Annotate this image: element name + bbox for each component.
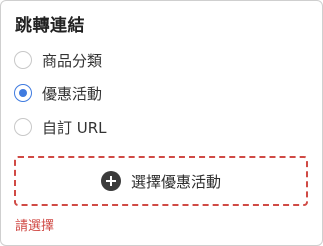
link-settings-panel: 跳轉連結 商品分類 優惠活動 自訂 URL 選擇優惠活動 請選擇: [0, 0, 323, 246]
validation-error-text: 請選擇: [15, 219, 55, 234]
select-promotion-label: 選擇優惠活動: [130, 172, 221, 191]
radio-dot-icon: [19, 89, 27, 97]
panel-title: 跳轉連結: [15, 16, 85, 36]
plus-circle-icon: [100, 171, 121, 191]
radio-option-label: 優惠活動: [42, 84, 103, 103]
radio-unchecked-icon[interactable]: [14, 118, 32, 136]
radio-unchecked-icon[interactable]: [14, 51, 32, 69]
radio-option-promotion[interactable]: 優惠活動: [14, 83, 102, 103]
radio-option-custom-url[interactable]: 自訂 URL: [14, 117, 107, 137]
radio-option-category[interactable]: 商品分類: [14, 50, 102, 70]
select-promotion-button[interactable]: 選擇優惠活動: [14, 156, 308, 206]
radio-checked-icon[interactable]: [14, 84, 32, 102]
radio-option-label: 商品分類: [42, 51, 103, 70]
radio-option-label: 自訂 URL: [42, 118, 107, 137]
